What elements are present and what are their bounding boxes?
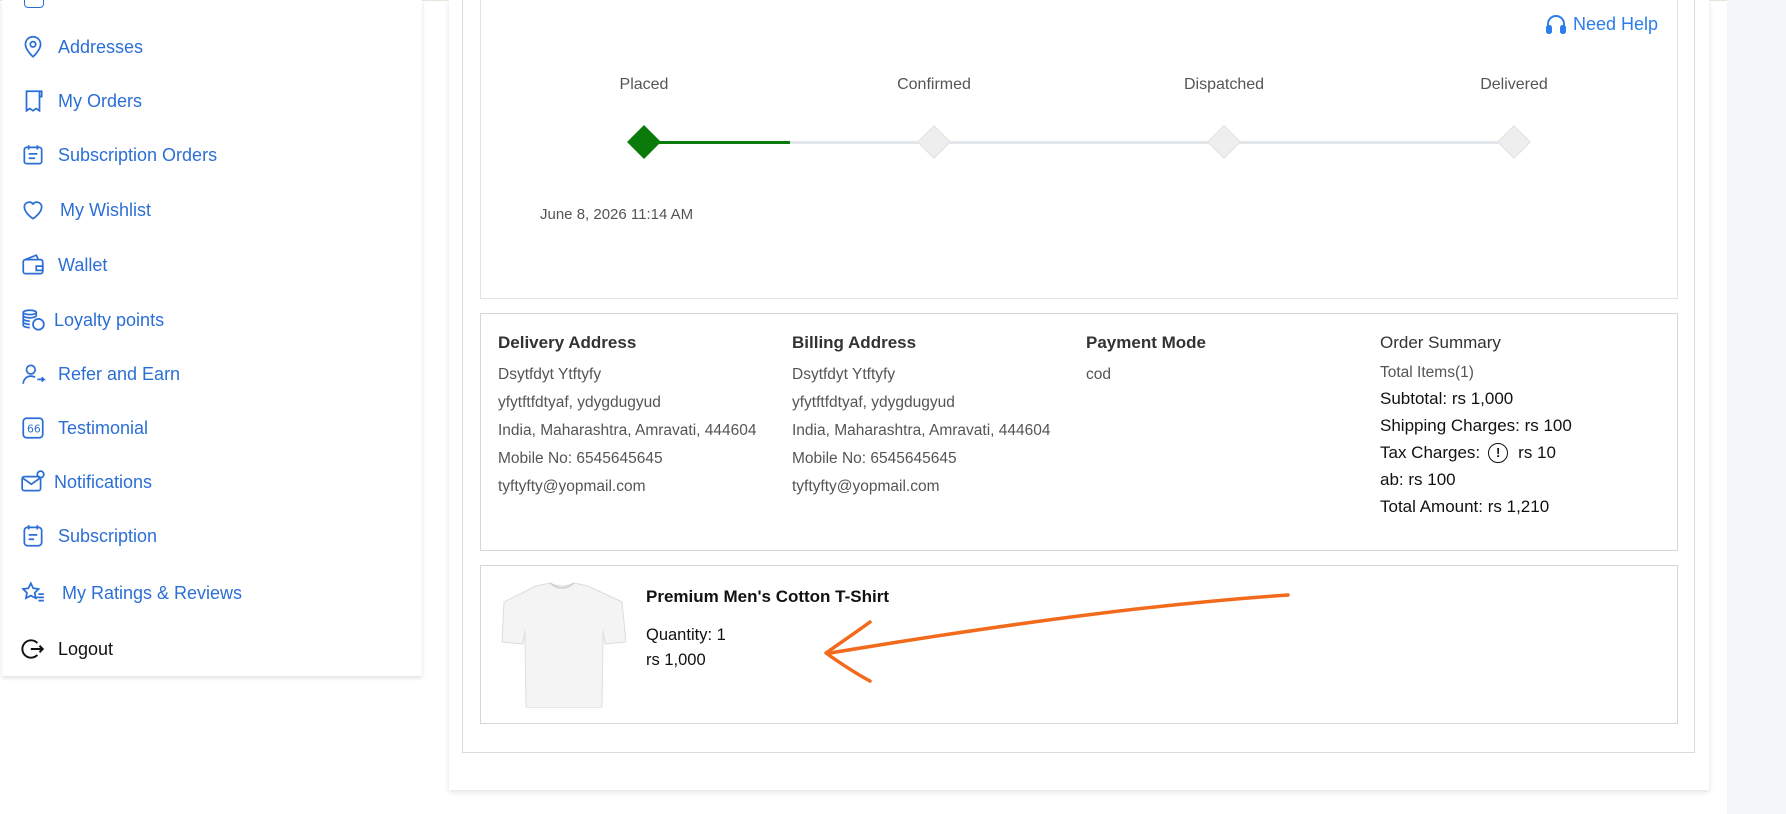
delivery-address: Delivery Address Dsytfdyt Ytftyfy yfytft… (498, 333, 756, 501)
product-price: rs 1,000 (646, 651, 706, 669)
info-icon[interactable]: ! (1488, 442, 1509, 463)
sidebar-item-label: My Ratings & Reviews (62, 582, 243, 603)
user-share-icon (18, 359, 48, 389)
sidebar-item-label: Logout (58, 638, 114, 659)
sidebar-item-addresses[interactable]: Addresses (18, 32, 143, 62)
payment-mode-value: cod (1086, 366, 1111, 383)
sidebar-item-wallet[interactable]: Wallet (18, 250, 107, 280)
order-summary: Order Summary Total Items(1) Subtotal: r… (1380, 333, 1572, 520)
sidebar-item-loyalty-points[interactable]: Loyalty points (18, 305, 164, 335)
sidebar-item-my-wishlist[interactable]: My Wishlist (18, 195, 151, 225)
sidebar-item-notifications[interactable]: Notifications (18, 467, 152, 497)
product-quantity: Quantity: 1 (646, 626, 726, 644)
total-amount: Total Amount: rs 1,210 (1380, 497, 1550, 516)
subtotal: Subtotal: rs 1,000 (1380, 389, 1514, 408)
tax-charges-label: Tax Charges: (1380, 443, 1481, 462)
payment-mode-title: Payment Mode (1086, 333, 1206, 352)
svg-text:66: 66 (27, 422, 41, 435)
billing-email: tyftyfty@yopmail.com (792, 478, 940, 495)
sidebar-item-label: Subscription Orders (58, 144, 218, 165)
payment-mode: Payment Mode cod (1086, 333, 1206, 389)
need-help-link[interactable]: Need Help (1544, 12, 1658, 36)
billing-mobile: Mobile No: 6545645645 (792, 450, 957, 467)
sidebar-item-logout[interactable]: Logout (18, 634, 113, 664)
delivery-name: Dsytfdyt Ytftyfy (498, 366, 602, 383)
order-summary-title: Order Summary (1380, 333, 1501, 352)
step-label-delivered: Delivered (1480, 76, 1548, 93)
step-label-placed: Placed (619, 76, 669, 93)
sidebar-item-label: My Orders (58, 90, 143, 111)
annotation-arrow-icon (824, 593, 1290, 683)
delivery-email: tyftyfty@yopmail.com (498, 478, 646, 495)
order-tracker (480, 0, 1678, 299)
placed-date: June 8, 2026 11:14 AM (540, 206, 694, 223)
shipping-charges: Shipping Charges: rs 100 (1380, 416, 1572, 435)
star-list-icon (18, 578, 48, 608)
ab-charge: ab: rs 100 (1380, 470, 1456, 489)
location-pin-icon (18, 32, 48, 62)
headphones-icon (1546, 15, 1566, 34)
sidebar-item-testimonial[interactable]: 66 Testimonial (18, 413, 148, 443)
logout-icon (18, 634, 48, 664)
sidebar-item-label: Subscription (58, 525, 158, 546)
need-help-label: Need Help (1573, 13, 1659, 34)
progress-line-active (644, 141, 790, 144)
delivery-address-title: Delivery Address (498, 333, 637, 352)
delivery-mobile: Mobile No: 6545645645 (498, 450, 663, 467)
sidebar-item-label: Wallet (58, 254, 108, 275)
coins-icon (18, 305, 48, 335)
total-items: Total Items(1) (1380, 364, 1474, 381)
sidebar-item-my-orders[interactable]: My Orders (18, 86, 142, 116)
sidebar-item-label: Notifications (54, 471, 153, 492)
billing-address-title: Billing Address (792, 333, 917, 352)
quote-icon: 66 (18, 413, 48, 443)
sidebar-item-subscription-orders[interactable]: Subscription Orders (18, 140, 217, 170)
sidebar-item-refer-and-earn[interactable]: Refer and Earn (18, 359, 180, 389)
sidebar-item-label: Loyalty points (54, 309, 165, 330)
mail-bell-icon (18, 467, 48, 497)
billing-address: Billing Address Dsytfdyt Ytftyfy yfytftf… (792, 333, 1050, 501)
tax-charges: Tax Charges: ! rs 10 (1380, 439, 1572, 466)
profile-icon (24, 0, 44, 8)
heart-icon (18, 195, 48, 225)
sidebar-item-label: Refer and Earn (58, 363, 181, 384)
tax-charges-value: rs 10 (1518, 443, 1556, 462)
billing-name: Dsytfdyt Ytftyfy (792, 366, 896, 383)
delivery-line1: yfytftfdtyaf, ydygdugyud (498, 394, 661, 411)
sidebar-item-subscription[interactable]: Subscription (18, 521, 157, 551)
calendar-list-icon (18, 140, 48, 170)
subscription-icon (18, 521, 48, 551)
sidebar-item-label: Addresses (58, 36, 144, 57)
sidebar-item-label: Testimonial (58, 417, 149, 438)
progress-line-pending (790, 141, 1514, 144)
sidebar-item-label: My Wishlist (60, 199, 151, 220)
billing-line2: India, Maharashtra, Amravati, 444604 (792, 422, 1051, 439)
receipt-icon (18, 86, 48, 116)
page-gutter (1727, 0, 1786, 814)
wallet-icon (18, 250, 48, 280)
sidebar-item-my-ratings-reviews[interactable]: My Ratings & Reviews (18, 578, 242, 608)
billing-line1: yfytftfdtyaf, ydygdugyud (792, 394, 955, 411)
delivery-line2: India, Maharashtra, Amravati, 444604 (498, 422, 757, 439)
step-label-dispatched: Dispatched (1183, 76, 1265, 93)
step-label-confirmed: Confirmed (897, 76, 971, 93)
product-image[interactable] (498, 580, 627, 709)
